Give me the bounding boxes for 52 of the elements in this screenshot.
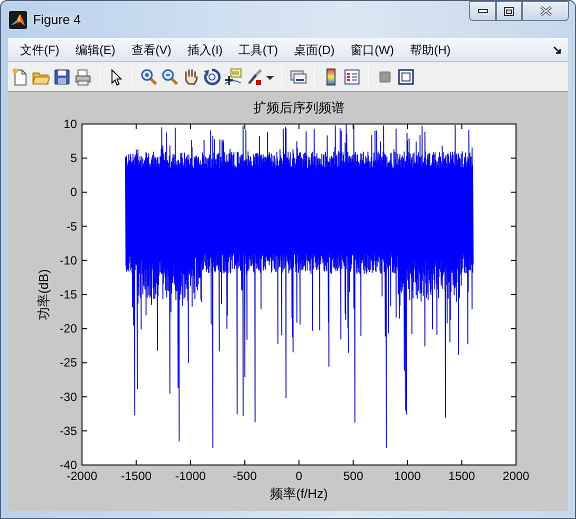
window-title: Figure 4	[33, 10, 81, 29]
zoom-out-icon[interactable]	[161, 68, 179, 86]
x-tick-label: 1000	[394, 469, 421, 483]
rotate-icon[interactable]	[203, 68, 221, 86]
x-tick-label: -2000	[66, 469, 98, 483]
plot-title: 扩频后序列频谱	[254, 100, 344, 115]
x-tick-label: -1500	[120, 469, 152, 483]
x-tick-label: -500	[232, 469, 257, 483]
y-tick-label: 0	[70, 185, 77, 200]
y-tick-label: 5	[70, 151, 77, 166]
close-button[interactable]	[522, 1, 569, 21]
y-tick-label: 10	[64, 117, 77, 131]
new-file-icon[interactable]	[11, 68, 29, 86]
x-tick-label: 0	[296, 469, 302, 483]
x-axis-label: 频率(f/Hz)	[270, 486, 328, 501]
maximize-button[interactable]	[496, 1, 522, 21]
y-tick-label: -20	[60, 322, 77, 336]
y-tick-label: -15	[60, 288, 77, 302]
brush-icon[interactable]	[245, 68, 263, 86]
menu-item[interactable]: 工具(T)	[230, 38, 286, 60]
y-tick-label: -30	[60, 390, 77, 404]
y-tick-label: -10	[60, 253, 77, 268]
y-tick-label: -40	[60, 458, 77, 472]
close-icon	[540, 6, 552, 16]
menu-item[interactable]: 查看(V)	[123, 38, 180, 60]
minimize-icon	[478, 9, 488, 13]
menu-item[interactable]: 编辑(E)	[67, 38, 124, 60]
x-tick-label: -1000	[175, 469, 206, 483]
zoom-in-icon[interactable]	[140, 68, 158, 86]
y-tick-label: -35	[60, 424, 77, 438]
plot-frame-icon[interactable]	[397, 68, 415, 86]
menu-item[interactable]: 窗口(W)	[342, 38, 402, 60]
x-tick-label: 2000	[502, 469, 530, 483]
y-axis-label: 功率(dB)	[36, 269, 51, 320]
menu-item[interactable]: 插入(I)	[179, 38, 231, 60]
y-tick-label: -5	[66, 219, 77, 234]
minimize-button[interactable]	[469, 1, 496, 21]
print-icon[interactable]	[74, 68, 92, 86]
data-cursor-icon[interactable]	[224, 68, 242, 86]
y-tick-label: -25	[60, 356, 77, 370]
link-icon[interactable]	[289, 68, 307, 86]
menu-item[interactable]: 文件(F)	[12, 38, 68, 60]
hand-icon[interactable]	[182, 68, 200, 86]
x-tick-label: 500	[343, 469, 364, 483]
menu-item[interactable]: 桌面(D)	[286, 38, 343, 60]
app-icon	[9, 10, 27, 28]
save-icon[interactable]	[53, 68, 71, 86]
x-tick-label: 1500	[448, 469, 476, 483]
restore-icon	[504, 6, 514, 16]
menu-item[interactable]: 帮助(H)	[402, 38, 459, 60]
dock-arrow-icon	[553, 46, 562, 55]
legend-icon[interactable]	[343, 68, 361, 86]
